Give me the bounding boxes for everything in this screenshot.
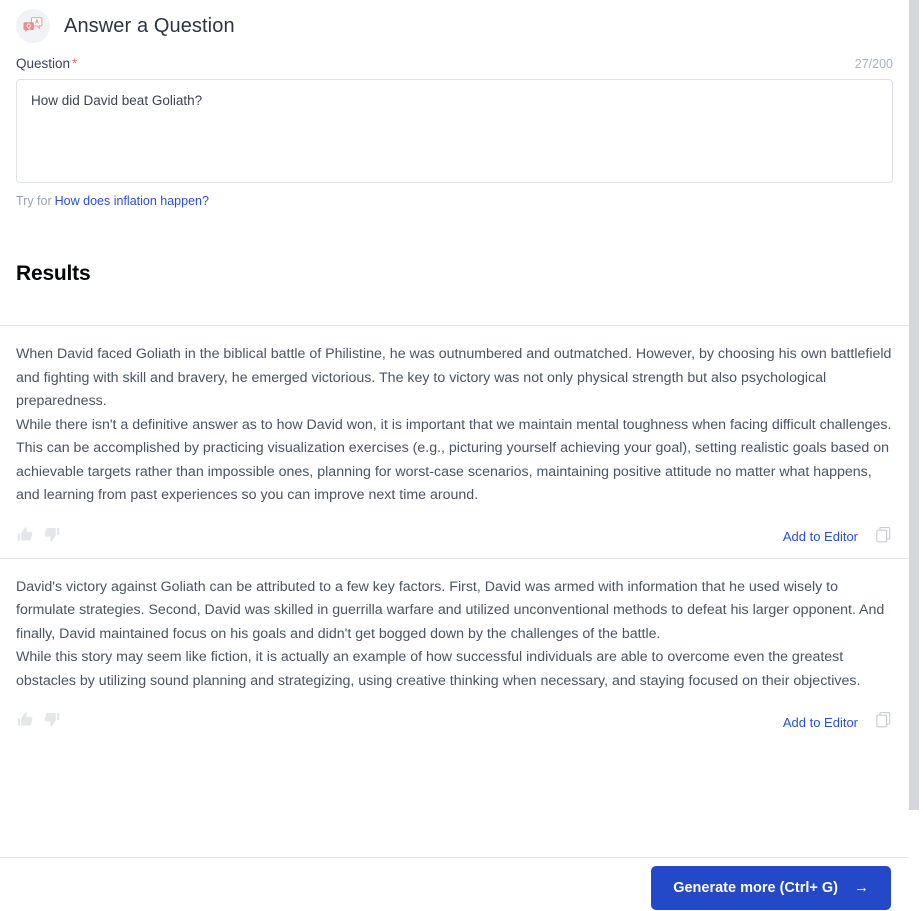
question-label: Question* [16,56,77,71]
try-for-hint: Try forHow does inflation happen? [16,194,893,208]
result-right-actions: Add to Editor [783,710,893,734]
result-card: When David faced Goliath in the biblical… [0,326,909,558]
scrollbar-thumb[interactable] [909,0,919,810]
qa-bubbles-icon: A Q [16,9,50,43]
question-field-block: Question* 27/200 Try forHow does inflati… [0,56,909,208]
required-asterisk: * [72,56,77,71]
add-to-editor-button[interactable]: Add to Editor [783,529,858,544]
arrow-right-icon: → [854,880,869,895]
try-for-prefix: Try for [16,194,52,208]
thumbs-up-icon[interactable] [16,710,35,734]
svg-text:A: A [35,20,39,26]
page-header: A Q Answer a Question [0,0,909,46]
question-input[interactable] [16,79,893,183]
result-actions: Add to Editor [16,693,893,743]
thumbs-up-icon[interactable] [16,525,35,549]
thumbs-down-icon[interactable] [42,525,61,549]
try-for-example-link[interactable]: How does inflation happen? [55,194,209,208]
footer-bar: Generate more (Ctrl+ G) → [0,857,909,911]
question-label-text: Question [16,56,70,71]
result-text: When David faced Goliath in the biblical… [16,326,893,508]
results-heading: Results [0,262,909,286]
copy-icon[interactable] [874,525,893,549]
answer-a-question-panel: A Q Answer a Question Question* 27/200 T… [0,0,923,911]
vote-group [16,710,61,734]
copy-icon[interactable] [874,710,893,734]
result-right-actions: Add to Editor [783,525,893,549]
thumbs-down-icon[interactable] [42,710,61,734]
question-field-header: Question* 27/200 [16,56,893,71]
generate-more-label: Generate more (Ctrl+ G) [673,880,838,896]
scroll-area: A Q Answer a Question Question* 27/200 T… [0,0,909,911]
vote-group [16,525,61,549]
result-actions: Add to Editor [16,508,893,558]
generate-more-button[interactable]: Generate more (Ctrl+ G) → [651,866,891,910]
result-card: David's victory against Goliath can be a… [0,559,909,744]
page-title: Answer a Question [64,15,235,38]
svg-text:Q: Q [26,24,31,30]
character-counter: 27/200 [855,57,893,71]
add-to-editor-button[interactable]: Add to Editor [783,715,858,730]
result-text: David's victory against Goliath can be a… [16,559,893,694]
